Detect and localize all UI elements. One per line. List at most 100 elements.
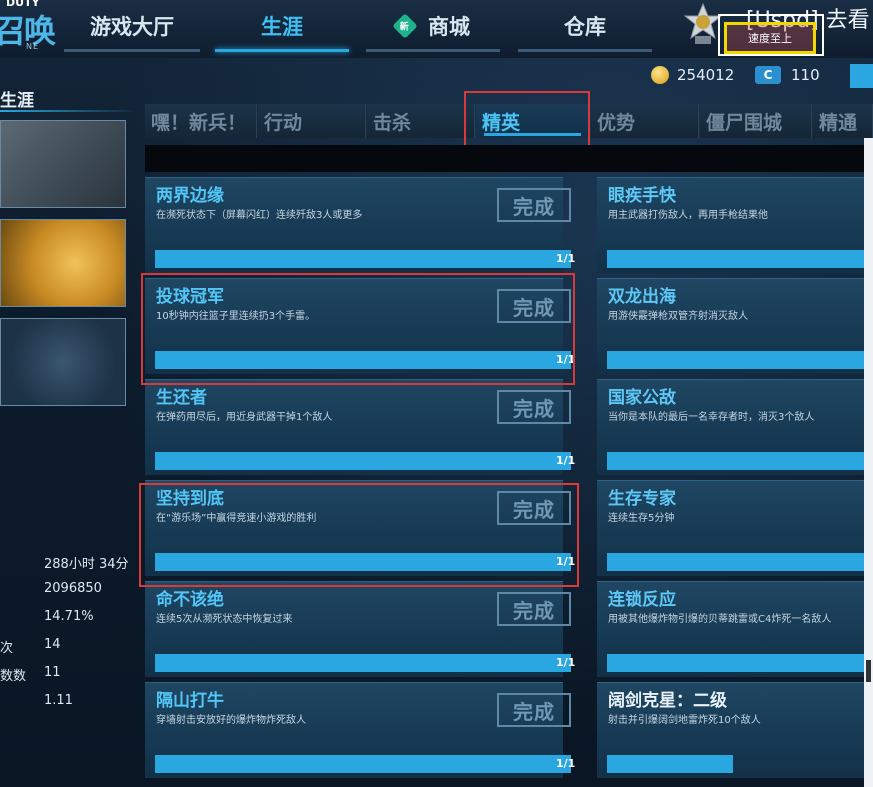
gold-balance: 254012 xyxy=(651,66,734,84)
progress-count: 1/1 xyxy=(556,656,576,669)
c-points-balance: C 110 xyxy=(755,66,820,84)
challenge-desc: 连续5次从濒死状态中恢复过来 xyxy=(156,614,293,625)
progress-bar xyxy=(607,351,873,369)
challenge-desc: 在弹药用尽后，用近身武器干掉1个敌人 xyxy=(156,412,333,423)
rank-emblem-icon xyxy=(683,2,723,44)
challenge-desc: 用主武器打伤敌人，再用手枪结果他 xyxy=(608,210,768,221)
tab-underline xyxy=(215,49,349,52)
subtab-rookie[interactable]: 嘿！新兵！ xyxy=(145,104,257,138)
challenge-card[interactable]: 眼疾手快 用主武器打伤敌人，再用手枪结果他 xyxy=(597,177,873,273)
logo-sub-text: NE xyxy=(26,42,40,51)
map-thumbnail[interactable] xyxy=(0,318,126,406)
stat-label: 次 xyxy=(0,641,14,656)
stat-experience: 2096850 xyxy=(44,581,102,596)
challenge-title: 连锁反应 xyxy=(608,590,676,610)
challenge-card[interactable]: 命不该绝 连续5次从濒死状态中恢复过来 完成 1/1 xyxy=(145,581,575,677)
complete-stamp: 完成 xyxy=(497,390,571,424)
c-points-amount: 110 xyxy=(791,66,820,84)
emblem-thumbnail[interactable] xyxy=(0,219,126,307)
complete-stamp: 完成 xyxy=(497,592,571,626)
progress-bar xyxy=(607,654,873,672)
stat-count: 11 xyxy=(44,665,61,680)
challenge-card[interactable]: 双龙出海 用游侠霰弹枪双管齐射消灭敌人 xyxy=(597,278,873,374)
tab-underline xyxy=(64,49,200,52)
challenge-title: 生存专家 xyxy=(608,489,676,509)
subtab-label: 精通 xyxy=(819,111,858,134)
gold-coin-icon xyxy=(651,66,669,84)
complete-stamp: 完成 xyxy=(497,693,571,727)
c-points-icon: C xyxy=(755,66,781,84)
subtab-action[interactable]: 行动 xyxy=(258,104,366,138)
gold-amount: 254012 xyxy=(677,66,735,84)
challenge-header-strip xyxy=(145,145,873,172)
tab-underline xyxy=(366,49,500,52)
nav-tab-lobby[interactable]: 游戏大厅 xyxy=(64,0,200,52)
challenge-desc: 穿墙射击安放好的爆炸物炸死敌人 xyxy=(156,715,306,726)
new-badge-icon: 新 xyxy=(392,13,418,39)
challenge-title: 眼疾手快 xyxy=(608,186,676,206)
challenge-desc: 当你是本队的最后一名幸存者时，消灭3个敌人 xyxy=(608,412,815,423)
new-badge-text: 新 xyxy=(400,22,410,33)
subtab-label: 击杀 xyxy=(373,111,412,134)
stat-ratio: 1.11 xyxy=(44,693,73,708)
challenge-title: 国家公敌 xyxy=(608,388,676,408)
challenge-card[interactable]: 阔剑克星：二级 射击并引爆阔剑地雷炸死10个敌人 xyxy=(597,682,865,778)
subtab-label: 行动 xyxy=(264,111,303,134)
career-section-title: 生涯 xyxy=(0,91,34,111)
challenge-title: 双龙出海 xyxy=(608,287,676,307)
challenge-title: 隔山打牛 xyxy=(156,691,224,711)
highlight-card-persist xyxy=(139,483,579,587)
progress-bar xyxy=(607,553,873,571)
top-nav-bar: DUTY 召唤 NE 游戏大厅 生涯 新 商城 仓库 [Uspd] 去看 速度至… xyxy=(0,0,873,58)
nav-tab-warehouse[interactable]: 仓库 xyxy=(518,0,652,52)
challenge-card[interactable]: 连锁反应 用被其他爆炸物引爆的贝蒂跳雷或C4炸死一名敌人 xyxy=(597,581,873,677)
subtab-zombie[interactable]: 僵尸围城 xyxy=(700,104,812,138)
helicopter-thumbnail[interactable] xyxy=(0,120,126,208)
game-logo: DUTY 召唤 NE xyxy=(0,0,58,51)
subtab-label: 僵尸围城 xyxy=(706,111,783,134)
progress-bar xyxy=(155,755,571,773)
progress-bar xyxy=(607,755,733,773)
progress-count: 1/1 xyxy=(556,252,576,265)
scrollbar-track[interactable] xyxy=(864,138,873,787)
subtab-label: 优势 xyxy=(597,111,636,134)
challenge-desc: 用被其他爆炸物引爆的贝蒂跳雷或C4炸死一名敌人 xyxy=(608,614,832,625)
progress-bar xyxy=(155,452,571,470)
progress-bar xyxy=(607,250,873,268)
complete-stamp: 完成 xyxy=(497,188,571,222)
challenge-title: 两界边缘 xyxy=(156,186,224,206)
subtab-label: 嘿！新兵！ xyxy=(151,111,247,134)
challenge-card[interactable]: 两界边缘 在濒死状态下（屏幕闪红）连续歼敌3人或更多 完成 1/1 xyxy=(145,177,575,273)
challenge-card[interactable]: 生还者 在弹药用尽后，用近身武器干掉1个敌人 完成 1/1 xyxy=(145,379,575,475)
challenge-card[interactable]: 隔山打牛 穿墙射击安放好的爆炸物炸死敌人 完成 1/1 xyxy=(145,682,575,778)
challenge-card[interactable]: 国家公敌 当你是本队的最后一名幸存者时，消灭3个敌人 xyxy=(597,379,873,475)
progress-bar xyxy=(607,452,873,470)
stat-percent: 14.71% xyxy=(44,609,94,624)
nav-tab-label: 生涯 xyxy=(261,15,303,39)
progress-count: 1/1 xyxy=(556,757,576,770)
topup-button[interactable] xyxy=(850,64,873,88)
nav-tab-label: 游戏大厅 xyxy=(90,15,174,39)
stat-label: 数数 xyxy=(0,669,27,684)
nav-tab-store[interactable]: 新 商城 xyxy=(366,0,500,52)
speed-event-label: 速度至上 xyxy=(748,32,792,45)
challenge-title: 命不该绝 xyxy=(156,590,224,610)
challenge-desc: 射击并引爆阔剑地雷炸死10个敌人 xyxy=(608,715,761,726)
challenge-card[interactable]: 生存专家 连续生存5分钟 xyxy=(597,480,873,576)
scrollbar-thumb[interactable] xyxy=(866,660,871,682)
subtab-mastery[interactable]: 精通 xyxy=(813,104,873,138)
stat-playtime: 288小时 34分 xyxy=(44,557,129,572)
stat-count: 14 xyxy=(44,637,61,652)
highlight-card-grenade xyxy=(141,273,575,385)
subtab-advantage[interactable]: 优势 xyxy=(591,104,699,138)
progress-bar xyxy=(155,654,571,672)
title-underline xyxy=(0,110,140,112)
nav-tab-career[interactable]: 生涯 xyxy=(215,0,349,52)
challenge-desc: 连续生存5分钟 xyxy=(608,513,675,524)
challenge-title: 生还者 xyxy=(156,388,207,408)
speed-event-button[interactable]: 速度至上 xyxy=(724,22,816,54)
subtab-kills[interactable]: 击杀 xyxy=(367,104,475,138)
progress-bar xyxy=(155,250,571,268)
challenge-title: 阔剑克星：二级 xyxy=(608,691,727,711)
challenge-desc: 在濒死状态下（屏幕闪红）连续歼敌3人或更多 xyxy=(156,210,363,221)
